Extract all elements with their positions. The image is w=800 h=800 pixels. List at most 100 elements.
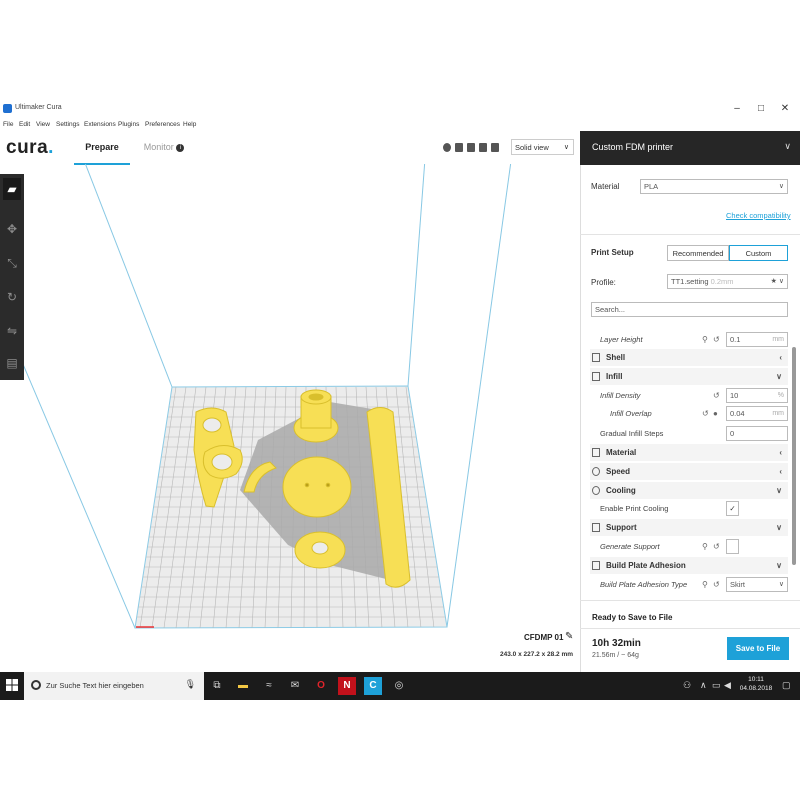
info-icon: ● bbox=[713, 409, 718, 418]
category-speed[interactable]: Speed ‹ bbox=[590, 463, 788, 480]
file-explorer-icon[interactable]: ▬ bbox=[234, 677, 252, 695]
layer-height-input[interactable]: 0.1 mm bbox=[726, 332, 788, 347]
tab-monitor[interactable]: Monitor i bbox=[136, 131, 192, 163]
menu-help[interactable]: Help bbox=[183, 121, 196, 128]
category-material[interactable]: Material ‹ bbox=[590, 444, 788, 461]
ready-status: Ready to Save to File bbox=[592, 613, 673, 622]
gradual-infill-value: 0 bbox=[730, 429, 735, 438]
reset-icon[interactable]: ↺ bbox=[702, 409, 709, 418]
view-front-icon[interactable] bbox=[455, 143, 463, 152]
profile-suffix: 0.2mm bbox=[710, 277, 734, 286]
adhesion-label: Build Plate Adhesion bbox=[606, 561, 686, 570]
chevron-down-icon: ∨ bbox=[563, 144, 569, 151]
menu-preferences[interactable]: Preferences bbox=[145, 121, 180, 128]
view-mode-select[interactable]: Solid view ∨ bbox=[511, 139, 574, 155]
object-name: CFDMP 01 bbox=[524, 633, 564, 642]
view-left-icon[interactable] bbox=[479, 143, 487, 152]
notifications-icon[interactable]: ▢ bbox=[782, 680, 791, 691]
model-washer-hole bbox=[311, 541, 329, 555]
battery-icon[interactable]: ▭ bbox=[712, 680, 721, 691]
profile-select[interactable]: TT1.setting 0.2mm ★ ∨ bbox=[667, 274, 788, 289]
open-file-icon[interactable]: ▰ bbox=[3, 178, 21, 200]
task-view-icon[interactable]: ⧉ bbox=[208, 677, 226, 695]
mail-icon[interactable]: ✉ bbox=[286, 677, 304, 695]
scale-tool-icon[interactable]: ⤡ bbox=[3, 252, 21, 274]
material-select[interactable]: PLA ∨ bbox=[640, 179, 788, 194]
minimize-button[interactable]: – bbox=[726, 102, 748, 116]
setting-enable-cooling: Enable Print Cooling bbox=[590, 500, 788, 517]
recommended-mode-button[interactable]: Recommended bbox=[667, 245, 729, 261]
cura-logo: cura. bbox=[6, 137, 54, 158]
support-label: Support bbox=[606, 523, 637, 532]
reset-icon[interactable]: ↺ bbox=[713, 542, 720, 551]
adhesion-icon bbox=[592, 561, 600, 570]
gradual-infill-label: Gradual Infill Steps bbox=[600, 429, 664, 438]
chevron-up-icon[interactable]: ∧ bbox=[700, 680, 707, 691]
menu-view[interactable]: View bbox=[36, 121, 50, 128]
rotate-tool-icon[interactable]: ↻ bbox=[3, 286, 21, 308]
cura-taskbar-icon[interactable]: C bbox=[364, 677, 382, 695]
settings-search-input[interactable]: Search... bbox=[591, 302, 788, 317]
material-icon bbox=[592, 448, 600, 457]
netflix-icon[interactable]: N bbox=[338, 677, 356, 695]
settings-scrollbar[interactable] bbox=[792, 347, 796, 565]
category-adhesion[interactable]: Build Plate Adhesion ∨ bbox=[590, 557, 788, 574]
move-tool-icon[interactable]: ✥ bbox=[3, 218, 21, 240]
menu-file[interactable]: File bbox=[3, 121, 13, 128]
menu-plugins[interactable]: Plugins bbox=[118, 121, 139, 128]
reset-icon[interactable]: ↺ bbox=[713, 391, 720, 400]
enable-cooling-checkbox[interactable]: ✓ bbox=[726, 501, 739, 516]
category-cooling[interactable]: Cooling ∨ bbox=[590, 482, 788, 499]
chevron-down-icon: ∨ bbox=[784, 141, 791, 151]
taskbar-search-input[interactable]: Zur Suche Text hier eingeben 🎙 bbox=[24, 672, 204, 700]
chevron-left-icon: ‹ bbox=[779, 467, 782, 476]
printer-selector[interactable]: Custom FDM printer ∨ bbox=[580, 131, 800, 165]
view-right-icon[interactable] bbox=[491, 143, 499, 152]
object-dimensions: 243.0 x 227.2 x 28.2 mm bbox=[500, 651, 574, 658]
mirror-tool-icon[interactable]: ⇋ bbox=[3, 320, 21, 342]
edit-pencil-icon[interactable]: ✎ bbox=[565, 631, 573, 642]
chevron-left-icon: ‹ bbox=[779, 353, 782, 362]
check-compatibility-link[interactable]: Check compatibility bbox=[726, 211, 791, 220]
infill-density-unit: % bbox=[777, 392, 784, 399]
category-shell[interactable]: Shell ‹ bbox=[590, 349, 788, 366]
chevron-down-icon: ∨ bbox=[778, 183, 784, 190]
menu-extensions[interactable]: Extensions bbox=[84, 121, 116, 128]
person-icon[interactable]: ⚇ bbox=[683, 680, 691, 691]
divider bbox=[580, 628, 800, 629]
windows-start-icon[interactable] bbox=[6, 679, 18, 691]
adhesion-type-select[interactable]: Skirt ∨ bbox=[726, 577, 788, 592]
menu-edit[interactable]: Edit bbox=[19, 121, 30, 128]
view-3d-icon[interactable] bbox=[443, 143, 451, 152]
category-infill[interactable]: Infill ∨ bbox=[590, 368, 788, 385]
speed-icon bbox=[592, 467, 600, 476]
maximize-button[interactable]: □ bbox=[750, 102, 772, 116]
reset-icon[interactable]: ↺ bbox=[713, 335, 720, 344]
infill-density-input[interactable]: 10% bbox=[726, 388, 788, 403]
3d-viewport[interactable] bbox=[0, 164, 580, 672]
custom-mode-button[interactable]: Custom bbox=[729, 245, 788, 261]
infill-overlap-input[interactable]: 0.04 mm bbox=[726, 406, 788, 421]
infill-overlap-value: 0.04 bbox=[730, 409, 745, 418]
shell-icon bbox=[592, 353, 600, 362]
per-model-settings-icon[interactable]: ▤ bbox=[3, 352, 21, 374]
taskbar-clock[interactable]: 10:11 04.08.2018 bbox=[738, 675, 774, 693]
reset-icon[interactable]: ↺ bbox=[713, 580, 720, 589]
opera-icon[interactable]: O bbox=[312, 677, 330, 695]
print-setup-title: Print Setup bbox=[591, 248, 634, 257]
category-support[interactable]: Support ∨ bbox=[590, 519, 788, 536]
gradual-infill-input[interactable]: 0 bbox=[726, 426, 788, 441]
microphone-icon[interactable]: 🎙 bbox=[185, 679, 196, 690]
view-top-icon[interactable] bbox=[467, 143, 475, 152]
model-disc[interactable] bbox=[282, 456, 352, 518]
taskbar-app-icon[interactable]: ◎ bbox=[390, 677, 408, 695]
generate-support-checkbox[interactable] bbox=[726, 539, 739, 554]
menu-settings[interactable]: Settings bbox=[56, 121, 80, 128]
tab-prepare[interactable]: Prepare bbox=[74, 131, 130, 165]
taskbar-app-icon[interactable]: ≈ bbox=[260, 677, 278, 695]
volume-icon[interactable]: ◀ bbox=[724, 680, 731, 691]
layer-height-label: Layer Height bbox=[600, 335, 643, 344]
save-to-file-button[interactable]: Save to File bbox=[727, 637, 789, 660]
close-button[interactable]: ✕ bbox=[774, 102, 796, 116]
material-usage: 21.56m / ~ 64g bbox=[592, 652, 639, 659]
